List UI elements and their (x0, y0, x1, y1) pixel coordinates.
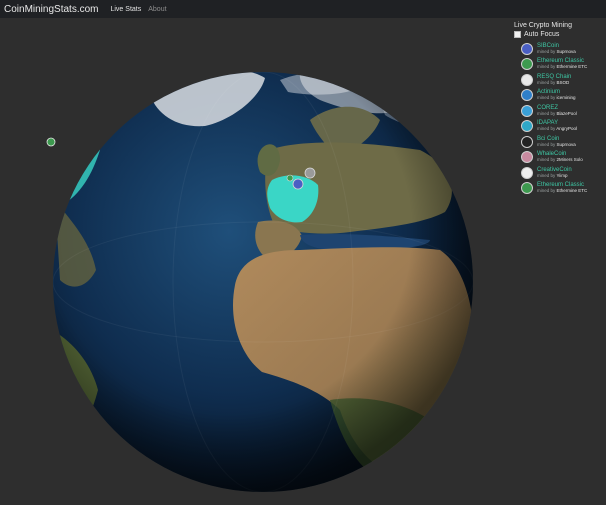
coin-pool: BSOD (556, 79, 570, 85)
marker-ethereum-classic-icon[interactable] (286, 174, 294, 182)
sibcoin-icon (521, 42, 533, 55)
coin-pool: 2Miners Solo (556, 157, 583, 163)
coin-pool: Ethermine ETC (556, 64, 588, 70)
coin-text: Ethereum Classic mined by Ethermine ETC (537, 182, 587, 194)
coin-pool: AngryPool (556, 126, 578, 132)
mined-by-prefix: mined by (537, 126, 556, 132)
coin-list-item[interactable]: RESQ Chain mined by BSOD (514, 72, 604, 88)
mined-by-prefix: mined by (537, 172, 556, 178)
coin-text: Bci Coin mined by Suprnova (537, 136, 576, 148)
coin-list: SIBCoin mined by Suprnova Ethereum Classic… (514, 41, 604, 196)
auto-focus-toggle[interactable]: Auto Focus (514, 31, 604, 38)
coin-list-item[interactable]: IDAPAY mined by AngryPool (514, 119, 604, 135)
resq-chain-icon (521, 73, 533, 86)
coin-list-item[interactable]: Bci Coin mined by Suprnova (514, 134, 604, 150)
coin-text: COREZ mined by BlazePool (537, 105, 577, 117)
coin-mined-by: mined by AngryPool (537, 126, 577, 132)
creativecoin-icon (521, 166, 533, 179)
coin-text: SIBCoin mined by Suprnova (537, 43, 576, 55)
coin-mined-by: mined by Suprnova (537, 49, 576, 55)
nav-link-about[interactable]: About (148, 6, 166, 13)
coin-mined-by: mined by BlazePool (537, 111, 577, 117)
globe-shading (53, 72, 473, 492)
mined-by-prefix: mined by (537, 188, 556, 194)
coin-text: WhaleCoin mined by 2Miners Solo (537, 151, 583, 163)
auto-focus-label: Auto Focus (524, 31, 560, 38)
coin-text: RESQ Chain mined by BSOD (537, 74, 571, 86)
coin-list-item[interactable]: SIBCoin mined by Suprnova (514, 41, 604, 57)
coin-mined-by: mined by Ethermine ETC (537, 188, 587, 194)
mined-by-prefix: mined by (537, 95, 556, 101)
whalecoin-icon (521, 151, 533, 164)
actinium-icon (521, 89, 533, 102)
marker-sibcoin-icon[interactable] (292, 178, 304, 190)
marker-creativecoin-icon[interactable] (304, 167, 316, 179)
brand-logo[interactable]: CoinMiningStats.com (4, 4, 98, 15)
coin-list-item[interactable]: COREZ mined by BlazePool (514, 103, 604, 119)
coin-pool: Ethermine ETC (556, 188, 588, 194)
mined-by-prefix: mined by (537, 79, 556, 85)
nav-link-live-stats[interactable]: Live Stats (110, 6, 141, 13)
coin-mined-by: mined by Suprnova (537, 142, 576, 148)
marker-ethereum-classic-icon[interactable] (46, 137, 56, 147)
bci-coin-icon (521, 135, 533, 148)
coin-pool: Suprnova (556, 141, 576, 147)
coin-list-item[interactable]: WhaleCoin mined by 2Miners Solo (514, 150, 604, 166)
coin-text: IDAPAY mined by AngryPool (537, 120, 577, 132)
coin-list-item[interactable]: Ethereum Classic mined by Ethermine ETC (514, 57, 604, 73)
ethereum-classic-icon (521, 182, 533, 195)
idapay-icon (521, 120, 533, 133)
top-navbar: CoinMiningStats.com Live Stats About (0, 0, 606, 18)
coin-pool: Suprnova (556, 48, 576, 54)
mined-by-prefix: mined by (537, 64, 556, 70)
coin-text: Actinium mined by icemining (537, 89, 576, 101)
coin-mined-by: mined by BSOD (537, 80, 571, 86)
mined-by-prefix: mined by (537, 141, 556, 147)
auto-focus-checkbox[interactable] (514, 31, 521, 38)
coin-list-item[interactable]: Actinium mined by icemining (514, 88, 604, 104)
mined-by-prefix: mined by (537, 110, 556, 116)
coin-list-item[interactable]: Ethereum Classic mined by Ethermine ETC (514, 181, 604, 197)
corez-icon (521, 104, 533, 117)
live-mining-panel: Live Crypto Mining Auto Focus SIBCoin min… (514, 22, 604, 196)
south-america-highlight (62, 367, 73, 380)
coin-mined-by: mined by icemining (537, 95, 576, 101)
panel-title: Live Crypto Mining (514, 22, 572, 29)
ethereum-classic-icon (521, 58, 533, 71)
coin-mined-by: mined by 2Miners Solo (537, 157, 583, 163)
coin-pool: BlazePool (556, 110, 577, 116)
mined-by-prefix: mined by (537, 157, 556, 163)
coin-pool: icemining (556, 95, 576, 101)
mined-by-prefix: mined by (537, 48, 556, 54)
coin-list-item[interactable]: CreativeCoin mined by Yiimp (514, 165, 604, 181)
coin-mined-by: mined by Yiimp (537, 173, 572, 179)
coin-pool: Yiimp (556, 172, 568, 178)
coin-mined-by: mined by Ethermine ETC (537, 64, 587, 70)
coin-text: CreativeCoin mined by Yiimp (537, 167, 572, 179)
coin-text: Ethereum Classic mined by Ethermine ETC (537, 58, 587, 70)
